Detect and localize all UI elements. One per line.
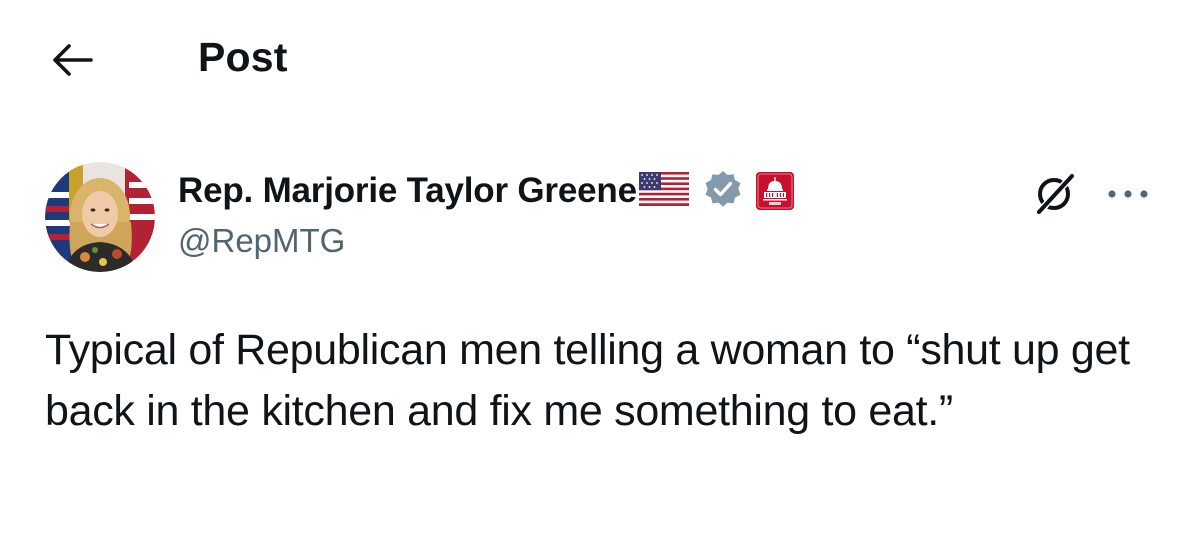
arrow-left-icon	[53, 44, 93, 76]
grok-button[interactable]	[1026, 166, 1082, 222]
top-bar: Post	[0, 0, 1199, 120]
verified-badge-icon[interactable]	[703, 169, 743, 214]
more-horizontal-icon	[1108, 190, 1148, 198]
more-options-button[interactable]	[1100, 170, 1156, 218]
author-row: Rep. Marjorie Taylor Greene	[178, 166, 794, 216]
page-title: Post	[198, 34, 288, 80]
avatar[interactable]	[45, 162, 155, 272]
us-flag-icon	[638, 171, 689, 211]
author-handle[interactable]: @RepMTG	[178, 222, 345, 260]
author-display-name[interactable]: Rep. Marjorie Taylor Greene	[178, 171, 637, 211]
grok-icon	[1037, 174, 1074, 214]
back-button[interactable]	[44, 36, 100, 84]
capitol-building-icon[interactable]	[755, 172, 794, 210]
post-text: Typical of Republican men telling a woma…	[45, 326, 1130, 435]
